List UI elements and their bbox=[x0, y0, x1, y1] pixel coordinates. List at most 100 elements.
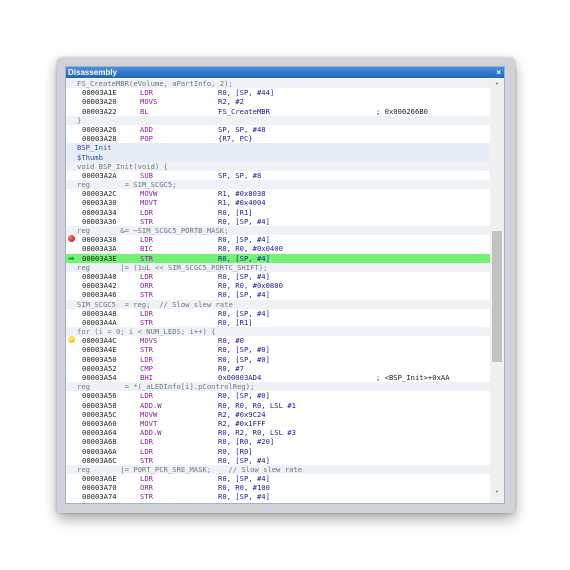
instruction-row[interactable]: 00003A64 ADD.W R0, R2, R0, LSL #3 bbox=[66, 428, 490, 437]
bookmark-icon[interactable] bbox=[68, 336, 75, 344]
source-line[interactable]: reg = *(_aLEDInfo[i].pControlReg); bbox=[66, 382, 490, 392]
address: 00003A26 bbox=[82, 124, 117, 134]
instruction-row[interactable]: 00003A42 ORR R0, R0, #0x0800 bbox=[66, 281, 490, 290]
address: 00003A20 bbox=[82, 97, 117, 107]
operands: R0, [SP, #4] bbox=[218, 271, 270, 281]
instruction-row[interactable]: 00003A20 MOVS R2, #2 bbox=[66, 97, 490, 106]
operands: R0, #7 bbox=[218, 363, 244, 373]
instruction-row[interactable]: 00003A6C STR R0, [SP, #4] bbox=[66, 456, 490, 465]
instruction-row[interactable]: 00003A6A LDR R0, [R0] bbox=[66, 447, 490, 456]
mnemonic: LDR bbox=[140, 88, 153, 98]
label-line[interactable]: BSP_Init bbox=[66, 143, 490, 153]
address: 00003A3E bbox=[82, 253, 117, 263]
instruction-row[interactable]: 00003A68 LDR R0, [R0, #20] bbox=[66, 437, 490, 446]
instruction-row[interactable]: 00003A36 STR R0, [SP, #4] bbox=[66, 217, 490, 226]
operands: R0, [R1] bbox=[218, 207, 253, 217]
instruction-row[interactable]: 00003A70 ORR R0, R0, #100 bbox=[66, 483, 490, 492]
instruction-row[interactable]: ➡ 00003A3E STR R0, [SP, #4] bbox=[66, 253, 490, 263]
instruction-row[interactable]: 00003A34 LDR R0, [R1] bbox=[66, 208, 490, 217]
address: 00003A50 bbox=[82, 354, 117, 364]
label-line[interactable]: $Thumb bbox=[66, 152, 490, 162]
close-icon[interactable]: × bbox=[496, 67, 501, 78]
instruction-row[interactable]: 00003A28 POP {R7, PC} bbox=[66, 134, 490, 143]
mnemonic: LDR bbox=[140, 235, 153, 245]
operands: R1, #0x4004 bbox=[218, 198, 266, 208]
instruction-row[interactable]: 00003A54 BHI 0x00003AD4 ; <BSP_Init>+0xAA bbox=[66, 373, 490, 382]
instruction-row[interactable]: 00003A5C MOVW R2, #0x9C24 bbox=[66, 410, 490, 419]
source-line[interactable]: for (i = 0; i < NUM_LEDS; i++) { bbox=[66, 327, 490, 337]
breakpoint-icon[interactable] bbox=[68, 235, 75, 243]
instruction-row[interactable]: 00003A40 LDR R0, [SP, #4] bbox=[66, 272, 490, 281]
operands: R0, [SP, #4] bbox=[218, 492, 270, 502]
address: 00003A6E bbox=[82, 474, 117, 484]
source-text: reg = *(_aLEDInfo[i].pControlReg); bbox=[77, 382, 255, 392]
operands: SP, SP, #48 bbox=[218, 124, 266, 134]
instruction-row[interactable]: 00003A46 STR R0, [SP, #4] bbox=[66, 290, 490, 299]
address: 00003A30 bbox=[82, 198, 117, 208]
instruction-row[interactable]: 00003A4E STR R0, [SP, #0] bbox=[66, 345, 490, 354]
instruction-row[interactable]: 00003A22 BL FS_CreateMBR ; 0x000266B0 bbox=[66, 107, 490, 116]
source-line[interactable]: reg |= (1uL << SIM_SCGC5_PORTC_SHIFT); bbox=[66, 262, 490, 272]
scrollbar-thumb[interactable] bbox=[492, 230, 502, 362]
address: 00003A60 bbox=[82, 418, 117, 428]
source-text: void BSP_Init(void) { bbox=[77, 161, 168, 171]
address: 00003A38 bbox=[82, 235, 117, 245]
address: 00003A42 bbox=[82, 281, 117, 291]
instruction-row[interactable]: 00003A4A STR R0, [R1] bbox=[66, 318, 490, 327]
source-line[interactable]: reg &= ~SIM_SCGC5_PORTB_MASK; bbox=[66, 226, 490, 236]
source-line[interactable]: FS_CreateMBR(eVolume, aPartInfo, 2); bbox=[66, 79, 490, 89]
instruction-row[interactable]: 00003A48 LDR R0, [SP, #4] bbox=[66, 309, 490, 318]
mnemonic: ORR bbox=[140, 483, 153, 493]
source-line[interactable]: reg = SIM_SCGC5; bbox=[66, 180, 490, 190]
instruction-row[interactable]: 00003A52 CMP R0, #7 bbox=[66, 364, 490, 373]
instruction-row[interactable]: 00003A60 MOVT R2, #0x1FFF bbox=[66, 419, 490, 428]
instruction-row[interactable]: 00003A50 LDR R0, [SP, #0] bbox=[66, 355, 490, 364]
address: 00003A64 bbox=[82, 428, 117, 438]
operands: R0, [SP, #0] bbox=[218, 354, 270, 364]
operands: R2, #2 bbox=[218, 97, 244, 107]
instruction-row[interactable]: 00003A2A SUB SP, SP, #8 bbox=[66, 171, 490, 180]
instruction-row[interactable]: 00003A2C MOVW R1, #0x8038 bbox=[66, 189, 490, 198]
source-line[interactable]: void BSP_Init(void) { bbox=[66, 161, 490, 171]
operands: R0, [SP, #4] bbox=[218, 474, 270, 484]
instruction-row[interactable]: 00003A74 STR R0, [SP, #4] bbox=[66, 492, 490, 501]
source-text: } bbox=[77, 115, 82, 125]
address: 00003A36 bbox=[82, 216, 117, 226]
source-line[interactable]: SIM_SCGC5 = reg; // Slow slew rate bbox=[66, 299, 490, 309]
instruction-row[interactable]: 00003A56 LDR R0, [SP, #0] bbox=[66, 391, 490, 400]
address: 00003A22 bbox=[82, 106, 117, 116]
address: 00003A54 bbox=[82, 373, 117, 382]
instruction-row[interactable]: 00003A4C MOVS R0, #0 bbox=[66, 336, 490, 345]
instruction-row[interactable]: 00003A3A BIC R0, R0, #0x0400 bbox=[66, 244, 490, 253]
title-bar[interactable]: Disassembly × bbox=[66, 67, 504, 78]
mnemonic: LDR bbox=[140, 354, 153, 364]
operands: R0, [SP, #4] bbox=[218, 253, 270, 263]
operands: R0, [SP, #0] bbox=[218, 391, 270, 401]
mnemonic: STR bbox=[140, 455, 153, 465]
instruction-row[interactable]: 00003A6E LDR R0, [SP, #4] bbox=[66, 474, 490, 483]
instruction-row[interactable]: 00003A58 ADD.W R0, R0, R0, LSL #1 bbox=[66, 401, 490, 410]
mnemonic: BIC bbox=[140, 244, 153, 254]
mnemonic: MOVS bbox=[140, 336, 158, 346]
instruction-row[interactable]: 00003A26 ADD SP, SP, #48 bbox=[66, 125, 490, 134]
mnemonic: BL bbox=[140, 106, 149, 116]
source-text: for (i = 0; i < NUM_LEDS; i++) { bbox=[77, 327, 216, 337]
source-text: reg |= PORT_PCR_SRE_MASK; // Slow slew r… bbox=[77, 464, 303, 474]
vertical-scrollbar[interactable]: ˄ ˅ bbox=[490, 79, 504, 503]
operands: R2, #0x9C24 bbox=[218, 409, 266, 419]
operands: R0, [R0] bbox=[218, 446, 253, 456]
address: 00003A1E bbox=[82, 88, 117, 98]
instruction-row[interactable]: 00003A1E LDR R0, [SP, #44] bbox=[66, 88, 490, 97]
source-line[interactable]: } bbox=[66, 115, 490, 125]
address: 00003A58 bbox=[82, 400, 117, 410]
instruction-row[interactable]: 00003A30 MOVT R1, #0x4004 bbox=[66, 198, 490, 207]
instruction-row[interactable]: 00003A38 LDR R0, [SP, #4] bbox=[66, 235, 490, 244]
source-line[interactable]: reg |= PORT_PCR_SRE_MASK; // Slow slew r… bbox=[66, 464, 490, 475]
address: 00003A52 bbox=[82, 363, 117, 373]
disassembly-listing[interactable]: FS_CreateMBR(eVolume, aPartInfo, 2); 0000… bbox=[66, 79, 490, 503]
operands: R0, [SP, #4] bbox=[218, 216, 270, 226]
mnemonic: ADD bbox=[140, 124, 153, 134]
chevron-up-icon[interactable]: ˄ bbox=[490, 81, 504, 93]
mnemonic: LDR bbox=[140, 308, 153, 318]
chevron-down-icon[interactable]: ˅ bbox=[490, 489, 504, 501]
